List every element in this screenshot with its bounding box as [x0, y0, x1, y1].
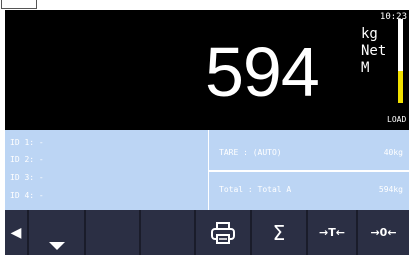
indicator-label: M: [361, 60, 370, 76]
back-button[interactable]: ◀: [5, 210, 27, 255]
weight-display: 10:23 594 kg Net M LOAD: [5, 10, 409, 130]
print-button[interactable]: [196, 210, 250, 255]
load-label: LOAD: [387, 115, 407, 124]
scroll-down-button[interactable]: [29, 210, 84, 255]
zero-button[interactable]: →0←: [358, 210, 409, 255]
sigma-icon: Σ: [272, 220, 286, 245]
tare-icon: →T←: [319, 226, 345, 239]
sum-button[interactable]: Σ: [252, 210, 306, 255]
summary-panel: TARE : (AUTO) 40kg Total : Total A 594kg: [209, 130, 409, 210]
id-row: ID 4: -: [10, 191, 44, 200]
corner-tab: [1, 0, 37, 9]
back-arrow-icon: ◀: [10, 224, 22, 241]
id-row: ID 3: -: [10, 173, 44, 182]
tare-value: 40kg: [383, 148, 403, 157]
panel-divider: [209, 170, 409, 172]
toolbar: ◀ Σ →T← →0←: [5, 210, 409, 255]
zero-icon: →0←: [370, 226, 397, 239]
id-row: ID 1: -: [10, 138, 44, 147]
id-row: ID 2: -: [10, 155, 44, 164]
id-panel: ID 1: - ID 2: - ID 3: - ID 4: -: [5, 130, 208, 210]
mode-label: Net: [361, 43, 387, 59]
down-arrow-icon: [48, 241, 65, 250]
total-label: Total : Total A: [219, 185, 292, 194]
load-bar-fill: [398, 71, 403, 103]
tare-button[interactable]: →T←: [308, 210, 356, 255]
tare-label: TARE : (AUTO): [219, 148, 282, 157]
unit-label: kg: [361, 26, 378, 42]
printer-icon: [211, 221, 235, 244]
empty-button-1[interactable]: [86, 210, 139, 255]
weight-readout: 594: [205, 33, 320, 111]
unit-block: kg Net M: [361, 26, 386, 77]
load-bar: [398, 19, 403, 103]
total-value: 594kg: [378, 185, 403, 194]
empty-button-2[interactable]: [141, 210, 194, 255]
